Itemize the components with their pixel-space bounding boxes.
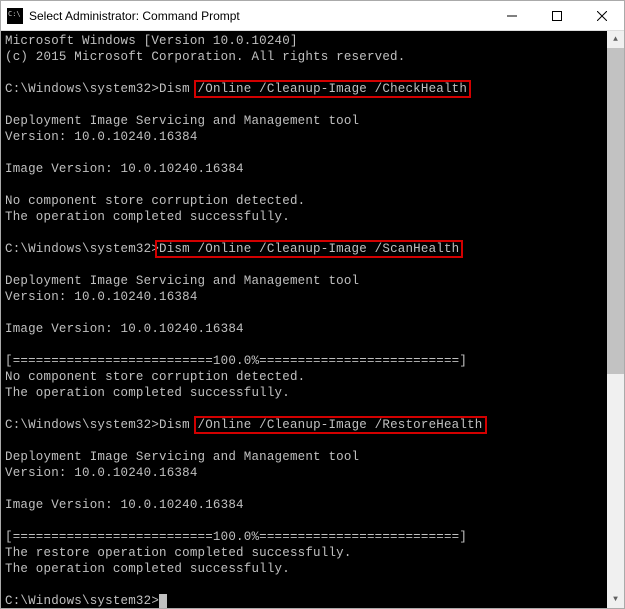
cmd-icon xyxy=(7,8,23,24)
terminal-output[interactable]: Microsoft Windows [Version 10.0.10240] (… xyxy=(1,31,607,608)
close-button[interactable] xyxy=(579,1,624,30)
window-title: Select Administrator: Command Prompt xyxy=(29,9,489,23)
image-version-2: Image Version: 10.0.10240.16384 xyxy=(5,322,244,336)
vertical-scrollbar[interactable]: ▲ ▼ xyxy=(607,31,624,608)
minimize-button[interactable] xyxy=(489,1,534,30)
cmd1-prefix: Dism xyxy=(159,82,198,96)
dism-header-1: Deployment Image Servicing and Managemen… xyxy=(5,114,359,128)
os-version-line: Microsoft Windows [Version 10.0.10240] xyxy=(5,34,298,48)
prompt-1: C:\Windows\system32> xyxy=(5,82,159,96)
prompt-3: C:\Windows\system32> xyxy=(5,418,159,432)
image-version-3: Image Version: 10.0.10240.16384 xyxy=(5,498,244,512)
cmd3-prefix: Dism xyxy=(159,418,198,432)
highlight-checkhealth: /Online /Cleanup-Image /CheckHealth xyxy=(194,80,472,98)
dism-version-2: Version: 10.0.10240.16384 xyxy=(5,290,198,304)
command-prompt-window: Select Administrator: Command Prompt Mic… xyxy=(0,0,625,609)
progress-bar-1: [==========================100.0%=======… xyxy=(5,354,467,368)
no-corruption-1: No component store corruption detected. xyxy=(5,194,305,208)
titlebar[interactable]: Select Administrator: Command Prompt xyxy=(1,1,624,31)
dism-header-2: Deployment Image Servicing and Managemen… xyxy=(5,274,359,288)
maximize-button[interactable] xyxy=(534,1,579,30)
prompt-2: C:\Windows\system32> xyxy=(5,242,159,256)
copyright-line: (c) 2015 Microsoft Corporation. All righ… xyxy=(5,50,405,64)
terminal-container: Microsoft Windows [Version 10.0.10240] (… xyxy=(1,31,624,608)
scrollbar-thumb[interactable] xyxy=(607,48,624,374)
highlight-restorehealth: /Online /Cleanup-Image /RestoreHealth xyxy=(194,416,487,434)
cursor xyxy=(159,594,167,608)
op-success-3: The operation completed successfully. xyxy=(5,562,290,576)
window-controls xyxy=(489,1,624,30)
image-version-1: Image Version: 10.0.10240.16384 xyxy=(5,162,244,176)
no-corruption-2: No component store corruption detected. xyxy=(5,370,305,384)
restore-success: The restore operation completed successf… xyxy=(5,546,352,560)
dism-version-1: Version: 10.0.10240.16384 xyxy=(5,130,198,144)
scrollbar-track[interactable] xyxy=(607,48,624,591)
dism-version-3: Version: 10.0.10240.16384 xyxy=(5,466,198,480)
progress-bar-2: [==========================100.0%=======… xyxy=(5,530,467,544)
op-success-1: The operation completed successfully. xyxy=(5,210,290,224)
scroll-down-arrow-icon[interactable]: ▼ xyxy=(607,591,624,608)
dism-header-3: Deployment Image Servicing and Managemen… xyxy=(5,450,359,464)
op-success-2: The operation completed successfully. xyxy=(5,386,290,400)
prompt-final: C:\Windows\system32> xyxy=(5,594,159,608)
highlight-scanhealth: Dism /Online /Cleanup-Image /ScanHealth xyxy=(155,240,463,258)
scroll-up-arrow-icon[interactable]: ▲ xyxy=(607,31,624,48)
